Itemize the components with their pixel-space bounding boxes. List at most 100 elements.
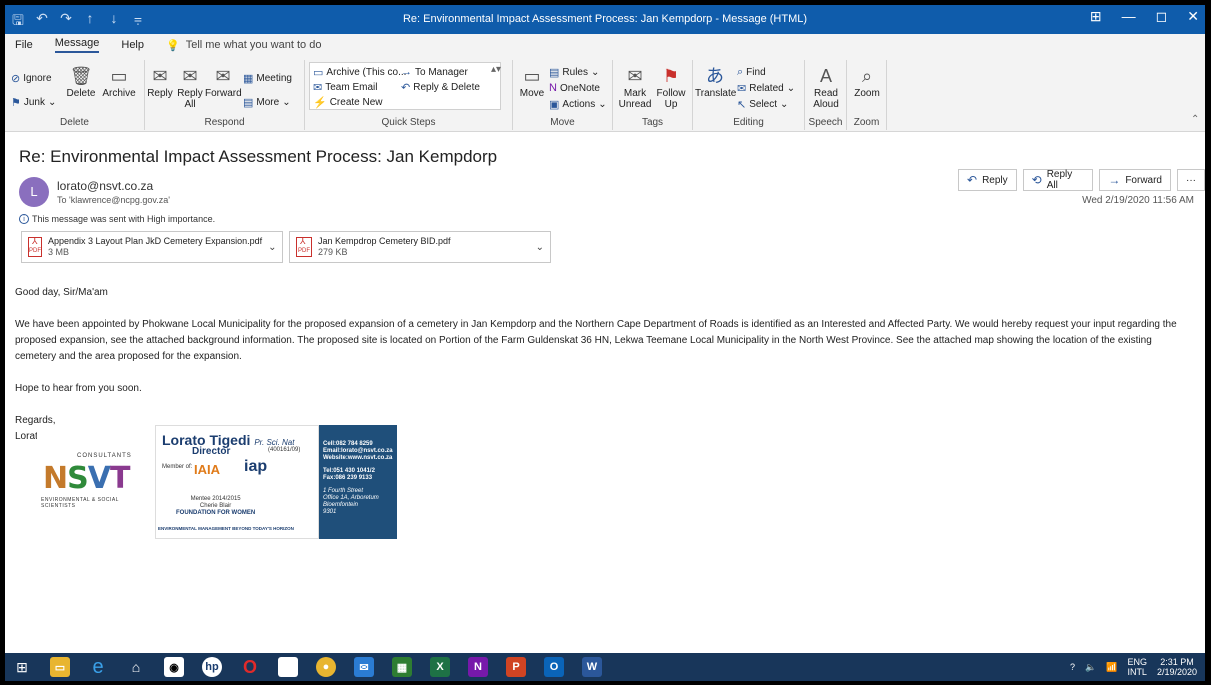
attachment[interactable]: PDF Appendix 3 Layout Plan JkD Cemetery … [21,231,283,263]
chrome-icon[interactable]: ● [309,653,343,681]
info-icon: i [19,214,29,224]
minimize-icon[interactable]: — [1122,8,1136,25]
read-aloud-button[interactable]: A Read Aloud [809,66,843,110]
tab-help[interactable]: Help [121,39,144,51]
forward-button[interactable]: ✉ Forward [205,66,242,99]
archive-small-icon: ▭ [313,67,324,79]
opera-icon[interactable]: O [233,653,267,681]
reply-action-button[interactable]: ↶ Reply [958,169,1017,191]
reply-button[interactable]: ✉ Reply [147,66,173,99]
group-zoom: ⌕ Zoom Zoom [847,60,887,130]
cursor-icon: ↖ [737,99,747,111]
group-label-move: Move [550,117,575,128]
translate-icon: あ [706,66,724,86]
calculator-icon[interactable]: ▦ [385,653,419,681]
reply-all-action-button[interactable]: ⟲ Reply All [1022,169,1094,191]
read-aloud-icon: A [819,66,832,86]
onenote-button[interactable]: N OneNote [549,82,600,94]
windows-start-icon[interactable]: ⊞ [5,653,39,681]
body-paragraph: Hope to hear from you soon. [15,383,142,394]
attachment[interactable]: PDF Jan Kempdrop Cemetery BID.pdf 279 KB… [289,231,551,263]
message-subject: Re: Environmental Impact Assessment Proc… [19,147,498,166]
restore-icon[interactable]: ◻ [1156,8,1168,25]
translate-button[interactable]: あ Translate [695,66,736,99]
qs-scroll-icon[interactable]: ▴▾ [491,64,501,75]
camera-app-icon[interactable]: ◉ [157,653,191,681]
junk-button[interactable]: ⚑ Junk ⌄ [11,96,56,109]
blank-document-icon[interactable] [271,653,305,681]
forward-action-button[interactable]: → Forward [1099,169,1171,191]
ignore-button[interactable]: ⊘ Ignore [11,72,52,85]
mail-app-icon[interactable]: ✉ [347,653,381,681]
network-icon[interactable]: 📶 [1106,662,1117,673]
reply-all-button[interactable]: ✉ Reply All [175,66,205,110]
more-icon: ▤ [243,97,254,109]
collapse-ribbon-icon[interactable]: ⌃ [1191,114,1199,125]
word-icon[interactable]: W [575,653,609,681]
help-icon[interactable]: ? [1070,662,1075,672]
delete-button[interactable]: 🗑 Delete [63,66,99,99]
importance-text: This message was sent with High importan… [32,214,216,224]
onenote-taskbar-icon[interactable]: N [461,653,495,681]
find-button[interactable]: ⌕ Find [737,66,766,79]
follow-up-button[interactable]: ⚑ Follow Up [653,66,689,110]
close-icon[interactable]: ✕ [1187,8,1199,25]
signature-contact: Cell:082 784 8259 Email:lorato@nsvt.co.z… [319,425,397,539]
language-indicator[interactable]: ENG INTL [1127,657,1147,677]
chevron-down-icon[interactable]: ⌄ [268,242,276,253]
ribbon-display-icon[interactable]: ⊞ [1090,8,1102,25]
tab-message[interactable]: Message [54,37,100,53]
more-respond-button[interactable]: ▤ More ⌄ [243,96,291,109]
meeting-button[interactable]: ▦ Meeting [243,72,292,85]
group-label-respond: Respond [204,117,245,128]
tell-me-box[interactable]: 💡 Tell me what you want to do [166,39,321,52]
volume-icon[interactable]: 🔈 [1085,662,1096,673]
avatar[interactable]: L [19,177,49,207]
qs-to-manager[interactable]: → To Manager [401,66,468,78]
more-actions-button[interactable]: ··· [1177,169,1205,191]
home-icon[interactable]: ⌂ [119,653,153,681]
attachment-size: 3 MB [48,247,70,257]
chevron-down-icon[interactable]: ⌄ [536,242,544,253]
qs-reply-delete[interactable]: ↶ Reply & Delete [401,81,480,94]
message-body: Good day, Sir/Ma'am We have been appoint… [15,285,1195,445]
qs-team-email[interactable]: ✉ Team Email [313,81,377,94]
qs-create-new[interactable]: ⚡ Create New [313,96,383,109]
lightbulb-icon: 💡 [166,39,180,52]
excel-icon[interactable]: X [423,653,457,681]
nsvt-logo: CONSULTANTS NSVT ENVIRONMENTAL & SOCIAL … [37,425,155,539]
actions-icon: ▣ [549,99,560,111]
archive-icon: ▭ [110,66,128,86]
zoom-button[interactable]: ⌕ Zoom [851,66,883,99]
message-actions: ↶ Reply ⟲ Reply All → Forward ··· [958,169,1205,191]
actions-button[interactable]: ▣ Actions ⌄ [549,98,607,111]
mark-unread-button[interactable]: ✉ Mark Unread [617,66,653,110]
lightning-icon: ⚡ [313,97,327,109]
move-button[interactable]: ▭ Move [517,66,547,99]
qs-archive[interactable]: ▭ Archive (This co... [313,66,406,79]
powerpoint-icon[interactable]: P [499,653,533,681]
file-explorer-icon[interactable]: ▭ [43,653,77,681]
hp-icon[interactable]: hp [195,653,229,681]
group-label-tags: Tags [641,117,664,128]
outlook-icon[interactable]: O [537,653,571,681]
reply-arrow-icon: ↶ [967,173,978,187]
rules-icon: ▤ [549,67,560,79]
tab-file[interactable]: File [15,39,33,51]
select-button[interactable]: ↖ Select ⌄ [737,98,788,111]
rules-button[interactable]: ▤ Rules ⌄ [549,66,599,79]
onenote-icon: N [549,82,557,94]
group-label-editing: Editing [733,117,764,128]
internet-explorer-icon[interactable]: e [81,653,115,681]
window-title: Re: Environmental Impact Assessment Proc… [402,13,808,25]
group-respond: ✉ Reply ✉ Reply All ✉ Forward ▦ Meeting ▤ Mor… [145,60,305,130]
related-button[interactable]: ✉ Related ⌄ [737,82,795,95]
attachment-size: 279 KB [318,247,348,257]
group-editing: あ Translate ⌕ Find ✉ Related ⌄ ↖ Select ⌄ Edit… [693,60,805,130]
pdf-icon: PDF [28,235,42,257]
archive-button[interactable]: ▭ Archive [99,66,139,99]
group-label-zoom: Zoom [853,117,880,128]
sender-address[interactable]: lorato@nsvt.co.za [57,179,153,193]
recipient-line: To 'klawrence@ncpg.gov.za' [57,195,170,205]
clock[interactable]: 2:31 PM 2/19/2020 [1157,657,1197,677]
